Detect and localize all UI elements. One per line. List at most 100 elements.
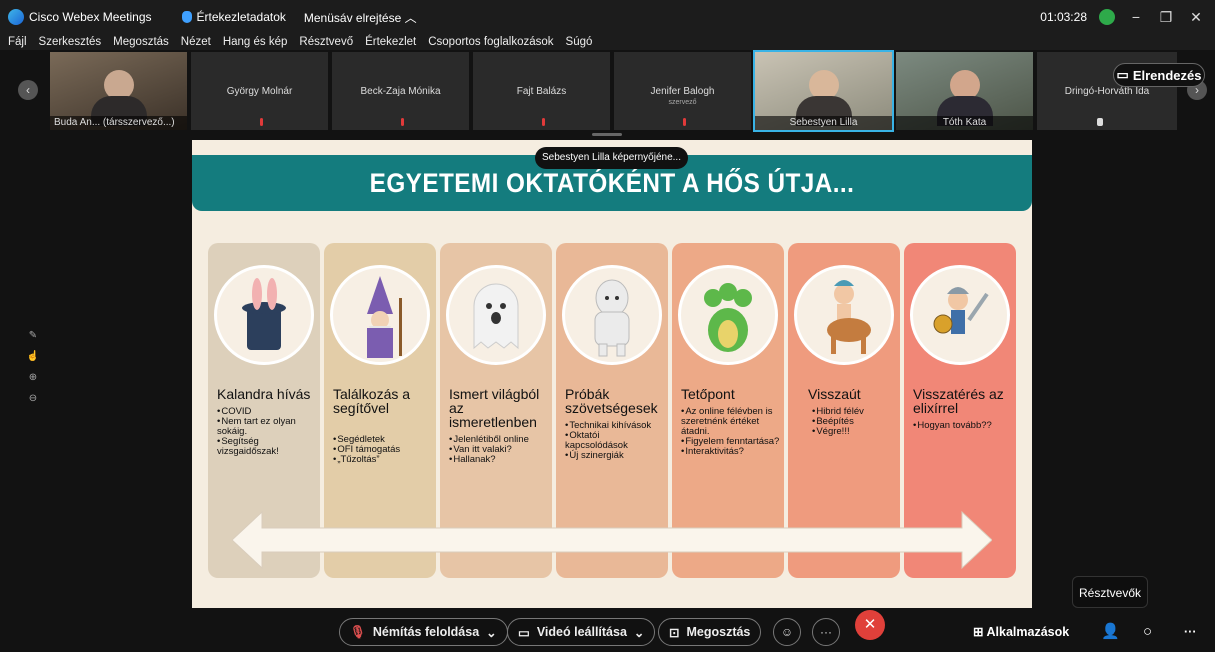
yeti-icon	[594, 279, 630, 357]
stage-title: Kalandra hívás	[217, 386, 311, 402]
chat-icon[interactable]: ○	[1143, 618, 1152, 646]
apps-button[interactable]: ⊞ Alkalmazások	[973, 618, 1069, 646]
participant-name: György Molnár	[226, 86, 293, 97]
menu-share[interactable]: Megosztás	[113, 36, 169, 48]
menu-meeting[interactable]: Értekezlet	[365, 36, 416, 48]
zoom-out-icon[interactable]: ⊖	[29, 393, 37, 404]
stage-illustration	[330, 265, 430, 365]
stage-illustration	[214, 265, 314, 365]
app-title: Cisco Webex Meetings	[29, 10, 152, 24]
muted-mic-icon	[259, 118, 263, 126]
side-toolbar: ✎ ☝ ⊕ ⊖	[26, 330, 40, 404]
restore-icon[interactable]: ❐	[1157, 9, 1175, 26]
participant-name: Dringó-Horváth Ida	[1064, 86, 1150, 97]
ghost-icon	[473, 283, 519, 350]
participant-name: Fajt Balázs	[516, 86, 567, 97]
centaur-icon	[827, 280, 871, 354]
stage-items: Hibrid félév Beépítés Végre!!!	[812, 407, 896, 437]
annotate-icon[interactable]: ✎	[29, 330, 37, 341]
connection-status-icon[interactable]	[1099, 9, 1115, 25]
chevron-down-icon: ⌄	[486, 625, 497, 640]
menu-participant[interactable]: Résztvevő	[299, 36, 353, 48]
slide-title: EGYETEMI OKTATÓKÉNT A HŐS ÚTJA...	[369, 168, 855, 198]
shield-icon	[181, 11, 192, 23]
menu-breakout[interactable]: Csoportos foglalkozások	[428, 36, 553, 48]
participant-role: szervező	[668, 99, 697, 106]
chevron-left-icon[interactable]: ‹	[18, 80, 38, 100]
more-icon[interactable]: ···	[1184, 618, 1197, 646]
muted-mic-icon	[400, 118, 404, 126]
layout-icon: ▭	[1116, 67, 1129, 82]
participant-name: Buda An... (társszervező...)	[50, 116, 187, 130]
participant-tile[interactable]: Jenifer Balogh szervező	[614, 52, 751, 130]
close-icon[interactable]: ✕	[1187, 9, 1205, 26]
stage-illustration	[794, 265, 894, 365]
stage-title: Próbák szövetségesek	[565, 386, 658, 416]
end-call-button[interactable]: ✕	[855, 610, 885, 640]
muted-mic-icon	[541, 118, 545, 126]
stage-items: COVID Nem tart ez olyan sokáig. Segítség…	[217, 407, 316, 457]
stage-items: Jelenlétiből online Van itt valaki? Hall…	[449, 435, 548, 465]
menu-bar: Fájl Szerkesztés Megosztás Nézet Hang és…	[0, 34, 1215, 50]
stage-title: Tetőpont	[681, 386, 735, 402]
participant-strip: Buda An... (társszervező...) György Moln…	[0, 50, 1215, 132]
stage-items: Segédletek OFI támogatás „Tűzoltás”	[333, 435, 432, 465]
stage-items: Hogyan tovább??	[913, 421, 1012, 431]
participants-icon[interactable]: 👤	[1101, 618, 1120, 646]
minimize-icon[interactable]: −	[1127, 9, 1145, 25]
zoom-in-icon[interactable]: ⊕	[29, 372, 37, 383]
chevron-down-icon: ⌄	[633, 625, 645, 640]
stage-title: Ismert világból az ismeretlenben	[449, 386, 540, 430]
stage-title: Találkozás a segítővel	[333, 386, 411, 416]
participant-tile-active-speaker[interactable]: Sebestyen Lilla	[753, 50, 894, 132]
participant-name: Sebestyen Lilla	[755, 116, 892, 130]
stage-title: Visszatérés az elixírrel	[913, 386, 1004, 416]
stage-items: Az online félévben is szeretnénk értéket…	[681, 407, 780, 457]
muted-mic-icon	[682, 118, 686, 126]
strip-resize-handle[interactable]	[592, 133, 622, 136]
layout-button[interactable]: ▭ Elrendezés	[1113, 63, 1205, 87]
chevron-up-icon: ︿	[404, 10, 417, 25]
stage-illustration	[562, 265, 662, 365]
shared-screen-slide: EGYETEMI OKTATÓKÉNT A HŐS ÚTJA... Kaland…	[192, 140, 1032, 608]
participant-tile[interactable]: Fajt Balázs	[473, 52, 610, 130]
share-button[interactable]: ⊡ Megosztás	[658, 618, 762, 646]
participants-tooltip: Résztvevők	[1072, 576, 1148, 608]
title-bar: Cisco Webex Meetings Értekezletadatok Me…	[0, 0, 1215, 34]
meeting-timer: 01:03:28	[1040, 10, 1087, 24]
muted-mic-icon: 🎙	[350, 624, 366, 639]
dragon-icon	[704, 283, 752, 352]
participant-tile[interactable]: Tóth Kata	[896, 52, 1033, 130]
magic-hat-icon	[242, 278, 286, 350]
hero-warrior-icon	[933, 287, 989, 334]
screen-share-indicator[interactable]: Sebestyen Lilla képernyőjéne...	[535, 147, 688, 169]
webex-logo-icon	[8, 9, 24, 25]
hide-menu-button[interactable]: Menüsáv elrejtése ︿	[304, 9, 417, 26]
stage-illustration	[678, 265, 778, 365]
more-options-icon[interactable]: ···	[812, 618, 840, 646]
wizard-icon	[367, 276, 402, 358]
menu-file[interactable]: Fájl	[8, 36, 27, 48]
device-icon	[1097, 118, 1103, 126]
stage-items: Technikai kihívások Oktatói kapcsolódáso…	[565, 421, 664, 461]
meeting-controls-bar: 🎙 Némítás feloldása ⌄ ▭ Videó leállítása…	[0, 608, 1215, 652]
menu-help[interactable]: Súgó	[566, 36, 593, 48]
pointer-icon[interactable]: ☝	[27, 351, 39, 362]
participant-name: Beck-Zaja Mónika	[360, 86, 441, 97]
participant-tile[interactable]: György Molnár	[191, 52, 328, 130]
reactions-icon[interactable]: ☺	[773, 618, 801, 646]
menu-edit[interactable]: Szerkesztés	[39, 36, 102, 48]
participant-name: Jenifer Balogh	[650, 86, 715, 97]
participant-tile[interactable]: Beck-Zaja Mónika	[332, 52, 469, 130]
participant-tile[interactable]: Buda An... (társszervező...)	[50, 52, 187, 130]
menu-view[interactable]: Nézet	[181, 36, 211, 48]
double-arrow-icon	[232, 510, 992, 570]
stop-video-button[interactable]: ▭ Videó leállítása ⌄	[507, 618, 656, 646]
meeting-info-button[interactable]: Értekezletadatok	[197, 10, 286, 24]
menu-audio-video[interactable]: Hang és kép	[223, 36, 288, 48]
participant-name: Tóth Kata	[896, 116, 1033, 130]
camera-icon: ▭	[518, 625, 530, 640]
unmute-button[interactable]: 🎙 Némítás feloldása ⌄	[339, 618, 508, 646]
share-screen-icon: ⊡	[669, 625, 680, 640]
stage-illustration	[910, 265, 1010, 365]
